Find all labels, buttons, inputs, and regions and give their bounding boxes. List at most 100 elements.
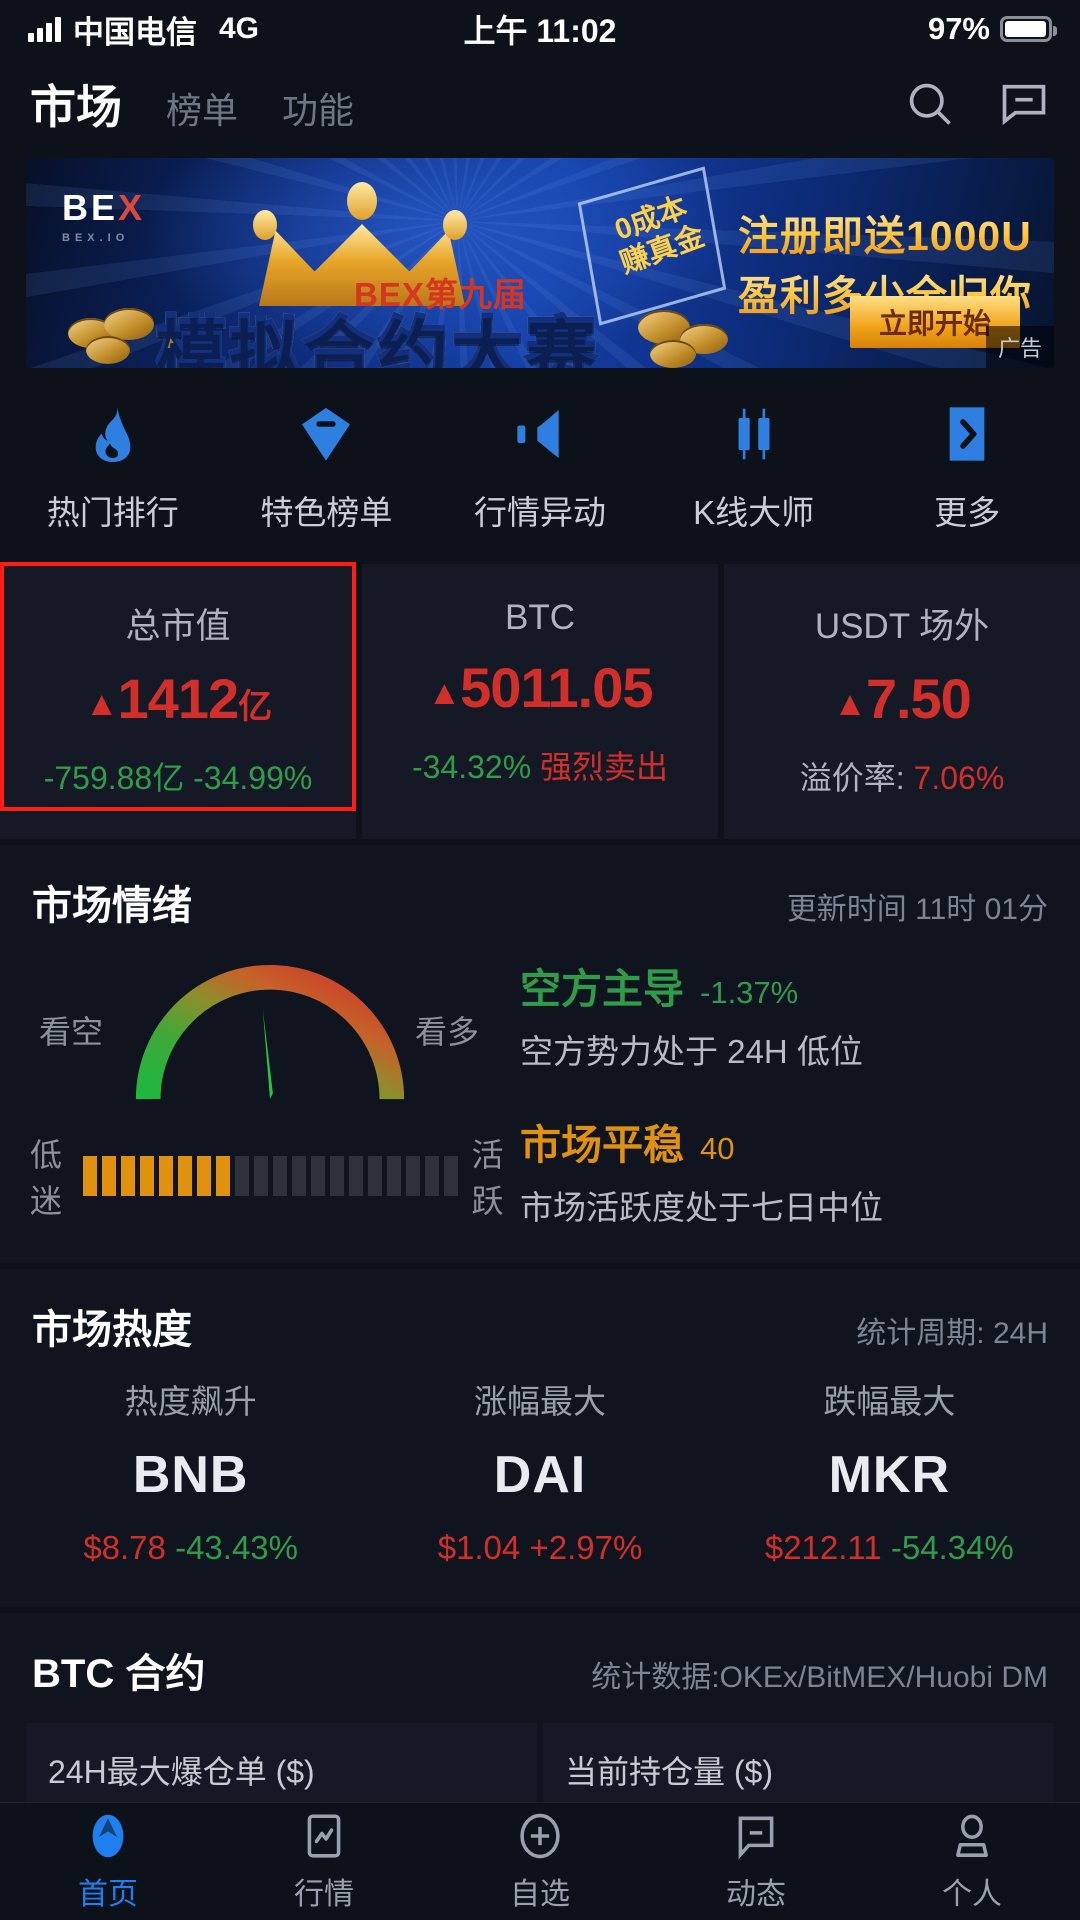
stat-card-title: 总市值 [125,607,231,646]
battery-percent-label: 97% [927,11,990,46]
sentiment-description: 空方势力处于 24H 低位 [520,1033,863,1070]
stat-card-btc[interactable]: BTC ▲5011.05 -34.32% 强烈卖出 [362,564,718,839]
gauge-row: 看空 看多 [30,947,510,1112]
stat-card-number: 7.50 [865,667,972,730]
nav-item-watchlist[interactable]: 自选 [432,1811,648,1913]
section-meta: 更新时间 11时 01分 [786,893,1048,926]
chevron-right-icon [935,402,999,466]
promo-banner[interactable]: BEX BEX.IO BEX第九届 模拟合约大赛 0成本 赚真金 注册即送100… [26,158,1054,368]
stat-card-title: BTC [505,598,575,637]
tab-ranking[interactable]: 榜单 [166,82,238,134]
activity-bar-meter [82,1156,458,1196]
bex-logo: BEX BEX.IO [62,190,145,244]
heat-column-change: -43.43% [175,1529,298,1566]
heat-column-top-gainer[interactable]: 涨幅最大 DAI $1.04 +2.97% [365,1375,714,1567]
market-sentiment-header: 市场情绪 更新时间 11时 01分 [0,845,1080,937]
heat-column-label: 跌幅最大 [823,1383,956,1420]
btc-box-label: 24H最大爆仓单 ($) [48,1754,315,1790]
market-sentiment-body: 看空 看多 低迷 活跃 空方主导 -1.37% 空方势力处于 24H 低位 市场… [0,937,1080,1263]
person-icon [947,1811,997,1861]
heat-column-price: $1.04 [437,1529,521,1566]
status-bar-right: 97% [927,11,1057,47]
sentiment-gauge [135,964,405,1100]
market-heat-header: 市场热度 统计周期: 24H [0,1269,1080,1361]
tab-market[interactable]: 市场 [30,71,122,137]
quick-action-featured-list[interactable]: 特色榜单 [220,402,434,534]
quick-action-more[interactable]: 更多 [860,402,1074,534]
btc-contract-header: BTC 合约 统计数据:OKEx/BitMEX/Huobi DM [0,1613,1080,1705]
chat-bubble-icon [731,1811,781,1861]
heat-column-values: $1.04 +2.97% [365,1529,714,1567]
banner-ad-line-1: 注册即送1000U [738,202,1032,262]
heat-column-price: $212.11 [764,1529,882,1566]
nav-item-label: 动态 [726,1877,786,1911]
home-logo-icon [83,1811,133,1861]
bex-logo-subtext: BEX.IO [62,232,130,244]
up-arrow-icon: ▲ [84,685,119,723]
nav-item-profile[interactable]: 个人 [864,1811,1080,1913]
app-screen: 中国电信 4G 上午 11:02 97% 市场 榜单 功能 BEX BEX.IO… [0,0,1080,1920]
bottom-nav-bar: 首页 行情 自选 动态 个人 [0,1802,1080,1920]
bex-logo-text: BE [62,187,119,228]
flame-icon [81,402,145,466]
btc-box-label: 当前持仓量 ($) [565,1754,774,1790]
carrier-label: 中国电信 [73,14,197,50]
message-icon[interactable] [998,78,1050,130]
megaphone-icon [508,402,572,466]
stat-card-usdt-otc[interactable]: USDT 场外 ▲7.50 溢价率: 7.06% [724,564,1080,839]
sentiment-headline: 市场平稳 [520,1122,684,1168]
heat-column-surging[interactable]: 热度飙升 BNB $8.78 -43.43% [16,1375,365,1567]
heat-column-values: $8.78 -43.43% [16,1529,365,1567]
quick-action-kline-master[interactable]: K线大师 [647,402,861,534]
status-bar-left: 中国电信 4G [28,7,259,52]
stat-card-sub-right: 强烈卖出 [540,749,669,785]
heat-column-symbol: DAI [493,1446,587,1504]
stat-card-title: USDT 场外 [814,607,990,646]
bex-logo-accent: X [118,187,146,228]
nav-item-home[interactable]: 首页 [0,1811,216,1913]
nav-item-feed[interactable]: 动态 [648,1811,864,1913]
heat-column-label: 热度飙升 [124,1383,257,1420]
activity-meter-row: 低迷 活跃 [30,1130,510,1222]
stat-card-sub-right: 7.06% [913,760,1005,796]
network-type-label: 4G [219,12,260,45]
heat-column-change: +2.97% [529,1529,643,1566]
heat-column-values: $212.11 -54.34% [715,1529,1064,1567]
quick-action-price-alerts[interactable]: 行情异动 [433,402,647,534]
battery-icon [1000,16,1057,42]
stat-card-unit: 亿 [238,688,272,726]
sentiment-row-headline: 空方主导 -1.37% [520,955,1050,1015]
section-meta: 统计数据:OKEx/BitMEX/Huobi DM [591,1661,1048,1694]
stat-card-value: ▲1412亿 [10,671,346,727]
heat-column-symbol: BNB [132,1446,249,1504]
heat-column-change: -54.34% [890,1529,1014,1566]
header-icons [904,78,1050,130]
quick-action-hot-ranking[interactable]: 热门排行 [6,402,220,534]
up-arrow-icon: ▲ [833,685,867,723]
market-sentiment-section: 市场情绪 更新时间 11时 01分 看空 看多 低迷 活跃 空方主导 -1.37… [0,845,1080,1263]
stat-card-subline: -759.88亿 -34.99% [10,753,346,799]
stat-card-sub-left: -34.32% [411,749,532,785]
plus-circle-icon [515,1811,565,1861]
heat-column-symbol: MKR [828,1446,951,1504]
quick-action-label: 热门排行 [46,494,179,531]
stat-card-sub-right: -34.99% [193,760,313,796]
section-title: 市场情绪 [32,884,192,928]
nav-item-market[interactable]: 行情 [216,1811,432,1913]
stat-card-number: 5011.05 [460,656,653,719]
stat-card-total-market-cap[interactable]: 总市值 ▲1412亿 -759.88亿 -34.99% [0,564,356,839]
nav-item-label: 首页 [78,1877,138,1911]
sentiment-row-headline: 市场平稳 40 [520,1111,1050,1171]
candlestick-icon [722,402,786,466]
heat-column-top-loser[interactable]: 跌幅最大 MKR $212.11 -54.34% [715,1375,1064,1567]
gauge-right-label: 看多 [415,1013,480,1050]
sentiment-headline: 空方主导 [520,966,684,1012]
search-icon[interactable] [904,78,956,130]
stat-card-subline: -34.32% 强烈卖出 [372,742,708,788]
heat-column-label: 涨幅最大 [473,1383,606,1420]
tab-features[interactable]: 功能 [282,82,354,134]
sentiment-text-column: 空方主导 -1.37% 空方势力处于 24H 低位 市场平稳 40 市场活跃度处… [510,947,1050,1229]
sentiment-description: 市场活跃度处于七日中位 [520,1189,883,1226]
promo-banner-container: BEX BEX.IO BEX第九届 模拟合约大赛 0成本 赚真金 注册即送100… [0,150,1080,368]
ad-tag-label: 广告 [985,326,1054,368]
